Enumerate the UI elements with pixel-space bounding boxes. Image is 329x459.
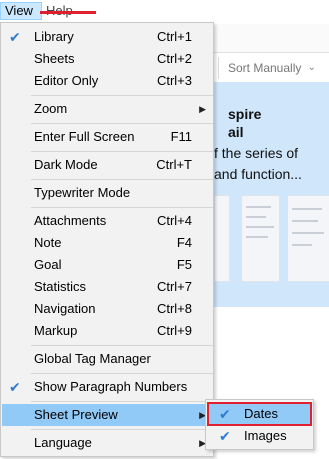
menu-separator [31,345,213,346]
menu-item-label: Show Paragraph Numbers [34,379,188,394]
menu-item-label: Note [34,235,62,250]
preview-image-thumbnail [241,195,280,282]
menu-item-language[interactable]: Language ▶ [2,432,212,454]
menu-item-shortcut: F11 [170,129,192,144]
checkmark-icon: ✔ [9,379,21,395]
preview-image-thumbnail [287,195,329,282]
menu-item-shortcut: Ctrl+2 [156,51,192,66]
menu-item-shortcut: F4 [176,235,192,250]
chevron-down-icon: ⌄ [307,62,316,73]
menu-separator [31,207,213,208]
menu-item-shortcut: Ctrl+1 [156,29,192,44]
sort-dropdown[interactable]: Sort Manually ⌄ [218,57,326,79]
menu-item-global-tag-manager[interactable]: Global Tag Manager [2,348,212,370]
menu-item-statistics[interactable]: Statistics Ctrl+7 [2,276,212,298]
preview-image-thumbnail [214,195,230,282]
menu-item-show-paragraph-numbers[interactable]: ✔ Show Paragraph Numbers [2,376,212,398]
menu-item-label: Zoom [34,101,68,116]
menu-item-label: Statistics [34,279,87,294]
menu-item-label: Language [34,435,92,450]
menu-separator [31,373,213,374]
menu-item-typewriter-mode[interactable]: Typewriter Mode [2,182,212,204]
checkmark-icon: ✔ [9,29,21,45]
menu-item-editor-only[interactable]: Editor Only Ctrl+3 [2,70,212,92]
sheet-preview-title: spire ail [228,105,261,141]
menu-item-shortcut: Ctrl+7 [156,279,192,294]
menu-item-note[interactable]: Note F4 [2,232,212,254]
menu-item-goal[interactable]: Goal F5 [2,254,212,276]
chevron-right-icon: ▶ [199,104,206,114]
menu-separator [31,151,213,152]
submenu-item-images[interactable]: ✔ Images [207,425,312,447]
menu-item-label: Enter Full Screen [34,129,135,144]
menu-item-label: Sheet Preview [34,407,118,422]
menu-item-label: Typewriter Mode [34,185,131,200]
menu-item-library[interactable]: ✔ Library Ctrl+1 [2,26,212,48]
menu-item-sheet-preview[interactable]: Sheet Preview ▶ [2,404,212,426]
menu-item-shortcut: Ctrl+9 [156,323,192,338]
menu-item-dark-mode[interactable]: Dark Mode Ctrl+T [2,154,212,176]
annotation-highlight-box [207,402,312,426]
sheet-preview-excerpt: f the series of and function... [214,143,302,185]
menu-item-label: Sheets [34,51,75,66]
menu-separator [31,179,213,180]
menu-item-sheets[interactable]: Sheets Ctrl+2 [2,48,212,70]
menu-item-label: Navigation [34,301,96,316]
menu-item-label: Attachments [34,213,107,228]
menu-item-zoom[interactable]: Zoom ▶ [2,98,212,120]
menu-separator [31,401,213,402]
menu-item-attachments[interactable]: Attachments Ctrl+4 [2,210,212,232]
menu-item-markup[interactable]: Markup Ctrl+9 [2,320,212,342]
sort-label: Sort Manually [228,61,302,75]
submenu-item-label: Images [244,428,287,443]
menu-item-navigation[interactable]: Navigation Ctrl+8 [2,298,212,320]
menu-separator [31,95,213,96]
sheet-preview-excerpt-line: and function... [214,166,302,182]
menu-item-full-screen[interactable]: Enter Full Screen F11 [2,126,212,148]
menu-separator [31,429,213,430]
annotation-arrow-icon [40,11,96,14]
menu-item-label: Editor Only [34,73,99,88]
menu-item-label: Goal [34,257,62,272]
menu-item-shortcut: Ctrl+4 [156,213,192,228]
view-menu: ✔ Library Ctrl+1 Sheets Ctrl+2 Editor On… [0,22,214,457]
menu-separator [31,123,213,124]
menu-view[interactable]: View [0,2,42,20]
checkmark-icon: ✔ [219,428,231,444]
menu-item-shortcut: Ctrl+T [156,157,192,172]
menu-item-shortcut: Ctrl+8 [156,301,192,316]
menu-item-label: Markup [34,323,78,338]
sheet-preview-excerpt-line: f the series of [214,145,299,161]
sheet-preview-title-line: spire [228,106,262,122]
menu-item-label: Global Tag Manager [34,351,151,366]
menu-item-label: Library [34,29,74,44]
menu-item-label: Dark Mode [34,157,98,172]
menu-item-shortcut: Ctrl+3 [156,73,192,88]
menu-item-shortcut: F5 [176,257,192,272]
sheet-preview-title-line: ail [228,124,244,140]
